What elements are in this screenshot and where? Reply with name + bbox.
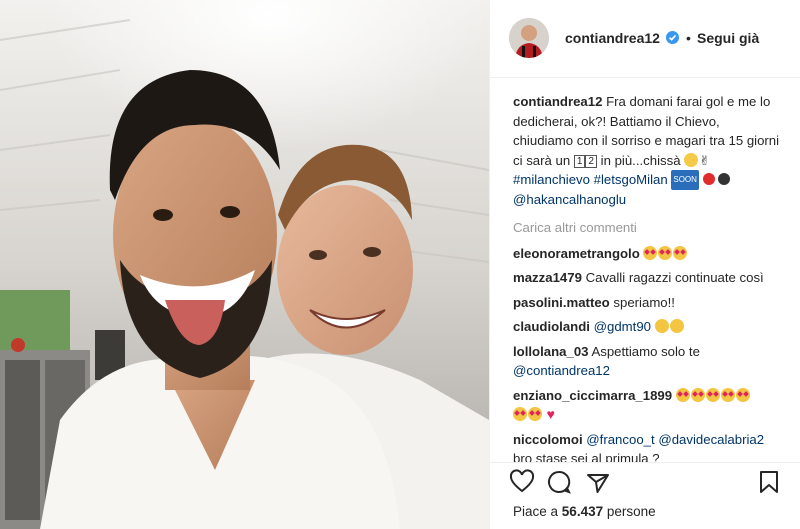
avatar-image: [509, 18, 549, 58]
comment-username[interactable]: claudiolandi: [513, 319, 590, 334]
comment-username[interactable]: niccolomoi: [513, 432, 583, 447]
soon-arrow-icon: SOON: [671, 170, 699, 190]
comment-mention[interactable]: @davidecalabria2: [658, 432, 764, 447]
comment-username[interactable]: lollolana_03: [513, 344, 589, 359]
star-struck-emoji-icon: [735, 387, 750, 402]
comment-icon[interactable]: [546, 469, 572, 495]
likes-number: 56.437: [561, 504, 604, 519]
star-struck-emoji-icon: [675, 387, 690, 402]
likes-suffix: persone: [606, 504, 656, 519]
comment-text: Aspettiamo solo te: [591, 343, 700, 359]
header-separator: •: [686, 30, 691, 46]
comment-text: Cavalli ragazzi continuate così: [585, 270, 764, 285]
comment-username[interactable]: pasolini.matteo: [513, 295, 610, 310]
author-username[interactable]: contiandrea12: [565, 30, 660, 46]
keycap-1: 1: [573, 154, 586, 168]
star-struck-emoji-icon: [705, 387, 720, 402]
comment-item: pasolini.matteo speriamo!!: [513, 293, 783, 313]
hashtag-milanchievo[interactable]: #milanchievo: [513, 172, 590, 187]
comment-mention[interactable]: @contiandrea12: [513, 363, 610, 378]
comment-text: speriamo!!: [613, 294, 675, 310]
comment-item: eleonorametrangolo: [513, 244, 783, 264]
star-struck-emoji-icon: [528, 407, 542, 421]
load-more-comments-button[interactable]: Carica altri commenti: [513, 218, 783, 238]
comment-username[interactable]: enziano_ciccimarra_1899: [513, 388, 672, 403]
bookmark-icon[interactable]: [756, 469, 782, 495]
comment-item: niccolomoi @francoo_t @davidecalabria2 b…: [513, 430, 783, 463]
comment-mention[interactable]: @francoo_t: [586, 432, 654, 447]
author-avatar[interactable]: [509, 18, 549, 58]
star-struck-emoji-icon: [720, 387, 735, 402]
caption-username[interactable]: contiandrea12: [513, 94, 602, 109]
laughing-emoji-icon: [654, 319, 669, 333]
verified-badge-icon: [666, 31, 679, 44]
caption-text-2: in più...chissà: [600, 152, 681, 168]
comment-username[interactable]: eleonorametrangolo: [513, 246, 640, 261]
post-side-panel: contiandrea12 • Segui già contiandrea12 …: [489, 0, 800, 529]
comment-item: lollolana_03 Aspettiamo solo te @contian…: [513, 342, 783, 381]
flushed-emoji-icon: [684, 152, 699, 167]
post-photo[interactable]: [0, 0, 489, 529]
heart-icon[interactable]: [509, 469, 535, 495]
likes-prefix: Piace a: [513, 504, 559, 519]
comments-list: contiandrea12 Fra domani farai gol e me …: [513, 92, 783, 462]
star-struck-emoji-icon: [658, 245, 673, 260]
caption-mention[interactable]: @hakancalhanoglu: [513, 192, 626, 207]
likes-count[interactable]: Piace a 56.437 persone: [513, 504, 656, 519]
post-actions: Piace a 56.437 persone: [490, 462, 800, 529]
laughing-emoji-icon: [669, 319, 684, 333]
post-header: contiandrea12 • Segui già: [490, 0, 800, 78]
star-struck-emoji-icon: [643, 245, 658, 260]
star-struck-emoji-icon: [673, 245, 688, 260]
comment-item: mazza1479 Cavalli ragazzi continuate cos…: [513, 268, 783, 288]
red-heart-emoji-icon: ♥: [546, 406, 555, 422]
selfie-image: [0, 0, 489, 529]
comment-text: bro stase sei al primula ?: [513, 451, 660, 462]
following-button[interactable]: Segui già: [697, 30, 759, 46]
comment-mention[interactable]: @gdmt90: [594, 319, 651, 334]
instagram-post: contiandrea12 • Segui già contiandrea12 …: [0, 0, 800, 529]
star-struck-emoji-icon: [513, 407, 527, 421]
share-icon[interactable]: [585, 469, 611, 495]
post-caption: contiandrea12 Fra domani farai gol e me …: [513, 92, 783, 209]
black-circle-icon: [718, 173, 731, 185]
keycap-2: 2: [585, 154, 597, 168]
hashtag-letsgomilan[interactable]: #letsgoMilan: [594, 172, 668, 187]
comment-username[interactable]: mazza1479: [513, 270, 582, 285]
comment-item: enziano_ciccimarra_1899 ♥: [513, 386, 783, 425]
comment-item: claudiolandi @gdmt90: [513, 317, 783, 337]
crossed-fingers-emoji-icon: ✌: [699, 152, 711, 168]
red-circle-icon: [702, 173, 715, 185]
star-struck-emoji-icon: [690, 387, 705, 402]
